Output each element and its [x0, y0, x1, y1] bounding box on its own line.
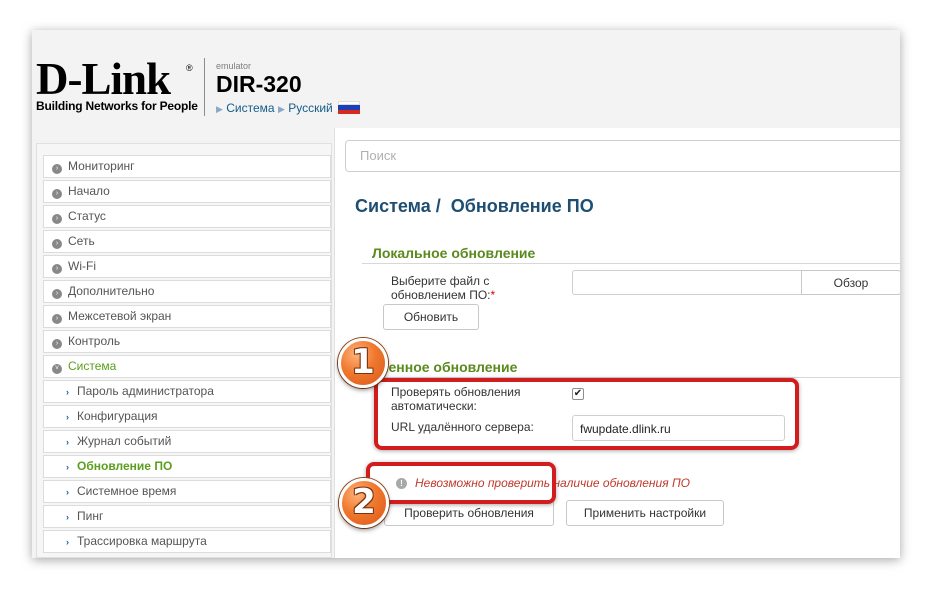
- sidebar-list: › Мониторинг › Начало › Статус › Сеть › Wi-Fi…: [43, 155, 331, 555]
- sidebar-subitem-traceroute[interactable]: › Трассировка маршрута: [43, 530, 331, 553]
- sidebar-item-label: Статус: [68, 209, 106, 223]
- logo-tagline: Building Networks for People: [36, 99, 198, 113]
- breadcrumb-arrow-icon: ▶: [277, 104, 285, 114]
- sidebar-subitem-configuration[interactable]: › Конфигурация: [43, 405, 331, 428]
- arrow-right-icon: ›: [66, 537, 69, 547]
- chevron-right-icon: ›: [52, 339, 62, 349]
- header: D-Link ® Building Networks for People em…: [32, 30, 900, 128]
- arrow-right-icon: ›: [66, 487, 69, 497]
- sidebar-subitem-label: Пароль администратора: [77, 384, 214, 398]
- arrow-right-icon: ›: [66, 512, 69, 522]
- arrow-right-icon: ›: [66, 462, 69, 472]
- step-badge-1: 1: [338, 338, 388, 388]
- sidebar-item-label: Дополнительно: [68, 284, 155, 298]
- sidebar-subitem-firmware-update[interactable]: › Обновление ПО: [43, 455, 331, 478]
- update-button[interactable]: Обновить: [383, 304, 479, 330]
- sidebar-subitem-admin-password[interactable]: › Пароль администратора: [43, 380, 331, 403]
- header-divider: [204, 58, 205, 116]
- page-title: Система / Обновление ПО: [355, 196, 594, 217]
- page-title-current: Обновление ПО: [450, 196, 594, 216]
- file-select-label-line2: обновлением ПО:: [391, 288, 491, 302]
- sidebar-item-wifi[interactable]: › Wi-Fi: [43, 255, 331, 278]
- search-input[interactable]: Поиск: [345, 140, 900, 172]
- header-breadcrumb: ▶ Система ▶ Русский: [216, 101, 361, 115]
- chevron-right-icon: ›: [52, 239, 62, 249]
- file-select-label-line1: Выберите файл с: [391, 274, 490, 288]
- required-mark: *: [490, 288, 496, 302]
- sidebar-item-advanced[interactable]: › Дополнительно: [43, 280, 331, 303]
- sidebar-item-start[interactable]: › Начало: [43, 180, 331, 203]
- apply-settings-button[interactable]: Применить настройки: [566, 500, 724, 526]
- sidebar-item-status[interactable]: › Статус: [43, 205, 331, 228]
- sidebar-item-label: Система: [68, 359, 117, 373]
- model-name: DIR-320: [216, 71, 302, 97]
- logo-text: D-Link: [36, 54, 171, 104]
- dlink-logo[interactable]: D-Link ® Building Networks for People: [36, 54, 198, 114]
- chevron-right-icon: ›: [52, 214, 62, 224]
- sidebar-menu: › Мониторинг › Начало › Статус › Сеть › Wi-Fi…: [36, 143, 332, 558]
- firmware-file-field[interactable]: [572, 270, 802, 295]
- sidebar-subitem-label: Трассировка маршрута: [77, 534, 207, 548]
- sidebar-item-label: Контроль: [68, 334, 121, 348]
- sidebar-item-label: Межсетевой экран: [68, 309, 172, 323]
- sidebar-subitem-label: Пинг: [77, 509, 104, 523]
- sidebar-subitem-ping[interactable]: › Пинг: [43, 505, 331, 528]
- chevron-right-icon: ›: [52, 189, 62, 199]
- file-select-label: Выберите файл с обновлением ПО:*: [391, 274, 495, 302]
- language-selector[interactable]: Русский: [288, 101, 333, 115]
- sidebar-item-control[interactable]: › Контроль: [43, 330, 331, 353]
- sidebar-subitem-label: Системное время: [77, 484, 177, 498]
- highlight-box-remote-settings: [374, 378, 799, 450]
- chevron-right-icon: ›: [52, 314, 62, 324]
- registered-mark: ®: [186, 63, 193, 73]
- sidebar-item-label: Сеть: [68, 234, 95, 248]
- sidebar-subitem-label: Конфигурация: [77, 409, 158, 423]
- emulator-label: emulator: [216, 61, 252, 71]
- section-divider: [362, 263, 900, 264]
- sidebar-item-label: Начало: [68, 184, 110, 198]
- sidebar-item-firewall[interactable]: › Межсетевой экран: [43, 305, 331, 328]
- russian-flag-icon[interactable]: [338, 101, 361, 114]
- sidebar-item-network[interactable]: › Сеть: [43, 230, 331, 253]
- sidebar-subitem-event-log[interactable]: › Журнал событий: [43, 430, 331, 453]
- step-badge-2: 2: [339, 478, 389, 528]
- router-admin-window: D-Link ® Building Networks for People em…: [32, 30, 900, 558]
- breadcrumb-system-link[interactable]: Система: [226, 101, 274, 115]
- remote-update-heading: аленное обновление: [372, 359, 518, 375]
- page-title-section[interactable]: Система /: [355, 196, 441, 216]
- local-update-heading: Локальное обновление: [372, 245, 536, 261]
- sidebar-subitem-label: Обновление ПО: [77, 459, 173, 473]
- arrow-right-icon: ›: [66, 412, 69, 422]
- chevron-right-icon: ›: [52, 289, 62, 299]
- chevron-right-icon: ›: [52, 164, 62, 174]
- model-info: emulator DIR-320 ▶ Система ▶ Русский: [216, 61, 361, 115]
- highlight-box-check-button: [366, 462, 556, 504]
- sidebar-item-monitoring[interactable]: › Мониторинг: [43, 155, 331, 178]
- browse-button[interactable]: Обзор: [801, 270, 900, 295]
- sidebar-subitem-label: Журнал событий: [77, 434, 172, 448]
- chevron-right-icon: ›: [52, 264, 62, 274]
- arrow-right-icon: ›: [66, 437, 69, 447]
- arrow-right-icon: ›: [66, 387, 69, 397]
- sidebar-item-system[interactable]: ˅ Система: [43, 355, 331, 378]
- sidebar-item-label: Wi-Fi: [68, 259, 96, 273]
- breadcrumb-arrow-icon: ▶: [216, 104, 223, 114]
- sidebar-item-label: Мониторинг: [68, 159, 135, 173]
- sidebar-subitem-system-time[interactable]: › Системное время: [43, 480, 331, 503]
- chevron-down-icon: ˅: [52, 364, 62, 374]
